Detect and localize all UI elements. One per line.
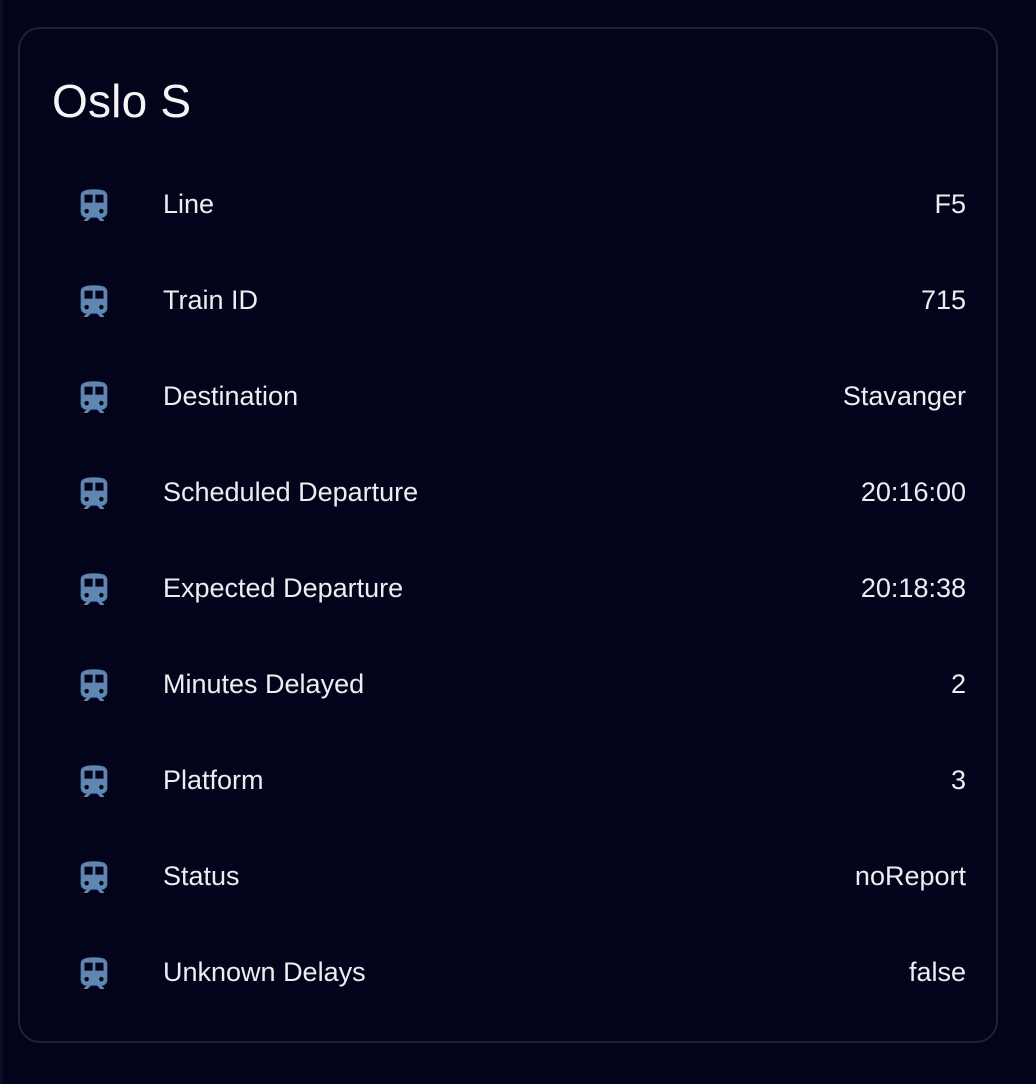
entity-row-destination[interactable]: Destination Stavanger: [20, 348, 996, 444]
train-icon: [74, 762, 114, 802]
train-icon: [74, 186, 114, 226]
entity-label: Status: [163, 861, 240, 891]
train-icon: [74, 858, 114, 898]
entity-value: F5: [934, 189, 966, 219]
entity-label: Expected Departure: [163, 573, 404, 603]
entity-row-platform[interactable]: Platform 3: [20, 732, 996, 828]
entity-row-status[interactable]: Status noReport: [20, 828, 996, 924]
entity-value: 2: [950, 669, 966, 699]
entity-label: Destination: [163, 381, 299, 411]
card-title: Oslo S: [52, 75, 192, 127]
entity-value: noReport: [854, 861, 966, 891]
entity-value: Stavanger: [842, 381, 966, 411]
entity-value: 20:16:00: [860, 477, 966, 507]
entity-label: Line: [163, 189, 215, 219]
entity-value: 20:18:38: [860, 573, 966, 603]
entity-value: false: [908, 957, 966, 987]
entity-label: Platform: [163, 765, 264, 795]
entities-card: Oslo S Line F5 Train ID 715 Destination …: [18, 27, 998, 1043]
train-icon: [74, 954, 114, 994]
entity-row-scheduled-departure[interactable]: Scheduled Departure 20:16:00: [20, 444, 996, 540]
train-icon: [74, 378, 114, 418]
entity-row-unknown-delays[interactable]: Unknown Delays false: [20, 924, 996, 1020]
entity-value: 3: [950, 765, 966, 795]
entity-row-line[interactable]: Line F5: [20, 156, 996, 252]
entity-list: Line F5 Train ID 715 Destination Stavang…: [20, 156, 996, 1020]
entity-row-expected-departure[interactable]: Expected Departure 20:18:38: [20, 540, 996, 636]
entity-value: 715: [920, 285, 966, 315]
train-icon: [74, 474, 114, 514]
entity-label: Train ID: [163, 285, 259, 315]
entity-label: Scheduled Departure: [163, 477, 419, 507]
train-icon: [74, 570, 114, 610]
train-icon: [74, 282, 114, 322]
train-icon: [74, 666, 114, 706]
entity-label: Unknown Delays: [163, 957, 366, 987]
entity-label: Minutes Delayed: [163, 669, 365, 699]
sidebar-edge: [0, 0, 3, 1084]
entity-row-minutes-delayed[interactable]: Minutes Delayed 2: [20, 636, 996, 732]
entity-row-train-id[interactable]: Train ID 715: [20, 252, 996, 348]
